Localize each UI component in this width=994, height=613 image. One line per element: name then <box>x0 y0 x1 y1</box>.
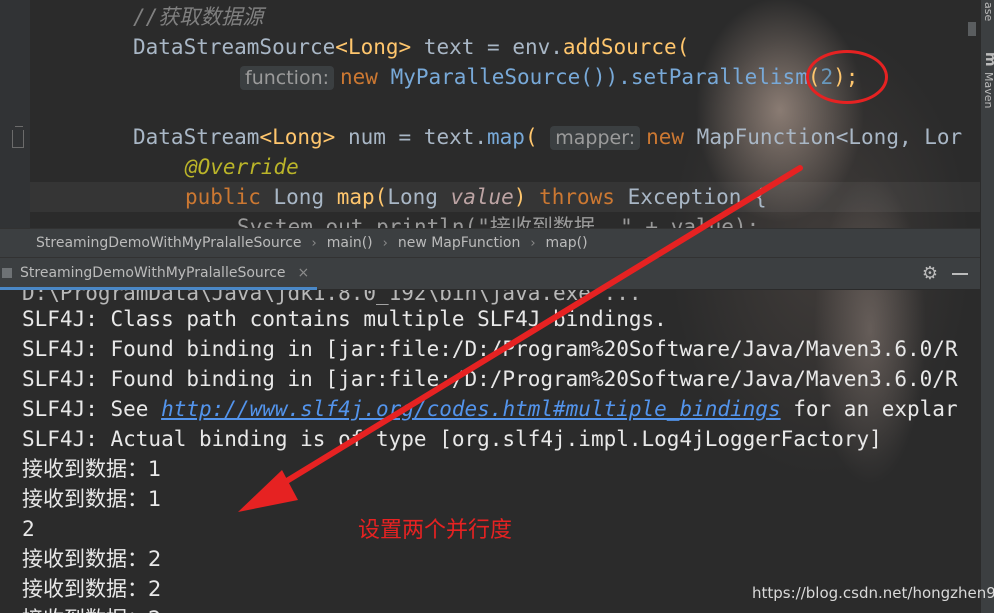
slf4j-link[interactable]: http://www.slf4j.org/codes.html#multiple… <box>161 397 781 421</box>
code-annotation: @Override <box>185 155 299 179</box>
console-output-line: 接收到数据：1 <box>22 487 162 511</box>
chevron-right-icon: › <box>382 235 388 251</box>
side-label-top[interactable]: ase <box>982 2 994 21</box>
breadcrumb: StreamingDemoWithMyPralalleSource › main… <box>0 228 980 258</box>
fold-icon[interactable] <box>12 126 24 148</box>
code-line-print: System.out.println("接收到数据, " + value); <box>237 215 760 228</box>
code-editor[interactable]: //获取数据源 DataStreamSource<Long> text = en… <box>0 0 980 228</box>
gear-icon[interactable]: ⚙ <box>920 264 940 284</box>
breadcrumb-mapfunction[interactable]: new MapFunction <box>392 235 526 251</box>
console-line-see: SLF4J: See http://www.slf4j.org/codes.ht… <box>22 397 958 421</box>
console-output-line: 接收到数据：2 <box>22 547 162 571</box>
maven-m-icon[interactable]: m <box>982 52 994 67</box>
param-hint: function: <box>240 66 335 90</box>
console-output-line: 接收到数据：1 <box>22 457 162 481</box>
breadcrumb-map[interactable]: map() <box>540 235 594 251</box>
code-line-map: DataStream<Long> num = text.map( mapper:… <box>133 125 963 150</box>
console-line: SLF4J: Actual binding is of type [org.sl… <box>22 427 882 451</box>
tab-run-config[interactable]: StreamingDemoWithMyPralalleSource × <box>0 258 318 290</box>
param-hint: mapper: <box>550 126 641 150</box>
console-line: SLF4J: Found binding in [jar:file:/D:/Pr… <box>22 367 958 391</box>
console-output-line: 接收到数据：2 <box>22 577 162 601</box>
annotation-label: 设置两个并行度 <box>358 518 513 543</box>
breadcrumb-class[interactable]: StreamingDemoWithMyPralalleSource <box>30 235 308 251</box>
run-tab-label: StreamingDemoWithMyPralalleSource <box>20 264 286 281</box>
console-line: SLF4J: Found binding in [jar:file:/D:/Pr… <box>22 337 958 361</box>
code-comment: //获取数据源 <box>133 5 264 29</box>
maven-tab[interactable]: Maven <box>982 72 994 108</box>
code-line-parallelism: function: new MyParalleSource()).setParal… <box>240 62 858 92</box>
console-output-line: 接收到数据：2 <box>22 604 161 613</box>
run-config-icon <box>2 267 12 278</box>
close-icon[interactable]: × <box>298 265 310 281</box>
highlight-circle <box>806 50 888 104</box>
code-line-method: public Long map(Long value) throws Excep… <box>185 185 767 209</box>
code-line-source: DataStreamSource<Long> text = env.addSou… <box>133 35 690 59</box>
chevron-right-icon: › <box>311 235 317 251</box>
chevron-right-icon: › <box>530 235 536 251</box>
console-output[interactable]: D:\ProgramData\Java\jdk1.8.0_192\bin\jav… <box>0 290 980 613</box>
breadcrumb-main[interactable]: main() <box>321 235 379 251</box>
scroll-marker[interactable] <box>968 22 976 36</box>
watermark: https://blog.csdn.net/hongzhen91 <box>752 584 994 602</box>
minimize-icon[interactable] <box>952 273 968 275</box>
console-output-line: 2 <box>22 517 35 541</box>
run-tool-window-header: StreamingDemoWithMyPralalleSource × ⚙ <box>0 258 980 290</box>
console-line: SLF4J: Class path contains multiple SLF4… <box>22 307 667 331</box>
editor-gutter <box>0 0 30 228</box>
